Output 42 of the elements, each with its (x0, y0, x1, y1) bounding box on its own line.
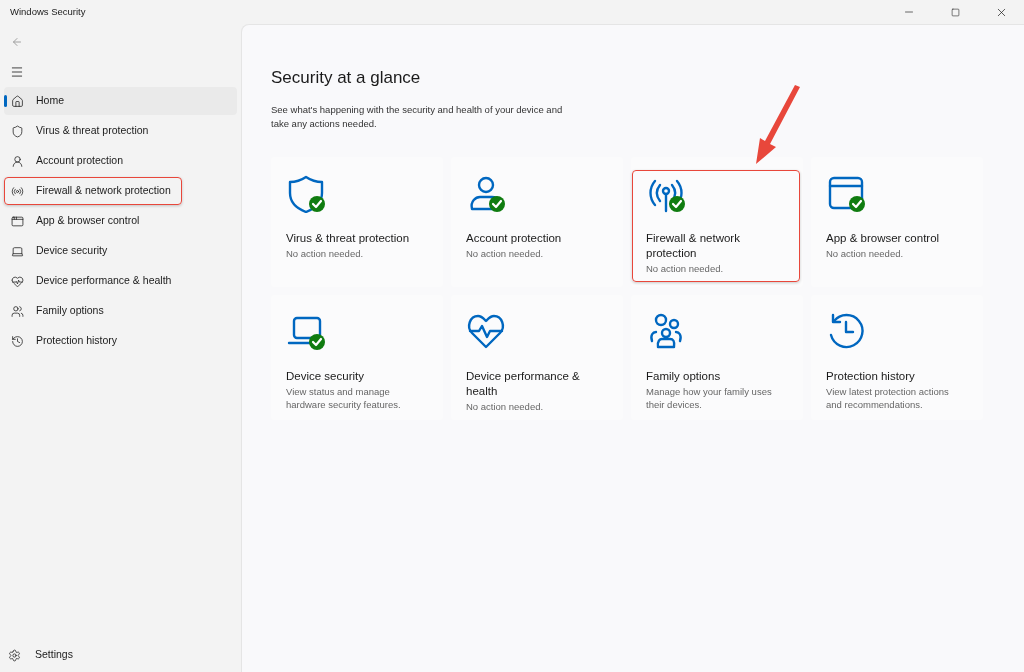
laptop-icon (11, 244, 24, 258)
page-title: Security at a glance (271, 67, 422, 89)
card-title: Firewall & network protection (646, 230, 741, 261)
maximize-icon (950, 7, 960, 17)
window-title: Windows Security (10, 4, 86, 19)
back-arrow-icon (11, 36, 23, 48)
card-title: Account protection (466, 230, 563, 246)
sidebar-item[interactable]: Home (4, 87, 237, 115)
sidebar-item[interactable]: Family options (4, 297, 237, 325)
people-icon (11, 304, 24, 318)
card-title: Device security (286, 368, 365, 384)
card-status: No action needed. (646, 261, 725, 275)
radio-waves-icon (11, 184, 24, 198)
shield-icon (11, 124, 24, 138)
history-icon (11, 334, 24, 348)
house-icon (11, 94, 24, 108)
sidebar-item[interactable]: Virus & threat protection (4, 117, 237, 145)
app-window-icon (11, 214, 24, 228)
selection-indicator (4, 95, 7, 107)
sidebar-item[interactable]: Device security (4, 237, 237, 265)
card-title: App & browser control (826, 230, 941, 246)
card-status: No action needed. (466, 246, 545, 260)
sidebar-item[interactable]: Protection history (4, 327, 237, 355)
heart-pulse-icon (11, 274, 24, 288)
page-description: See what's happening with the security and health of your device and take any actions needed. (271, 102, 564, 131)
card-status: View status and manage hardware security features. (286, 384, 402, 412)
person-icon (11, 154, 24, 168)
card-status: Manage how your family uses their devices. (646, 384, 773, 412)
card-title: Protection history (826, 368, 916, 384)
card-status: No action needed. (826, 246, 905, 260)
card-title: Family options (646, 368, 722, 384)
sidebar-item[interactable]: Account protection (4, 147, 237, 175)
card-status: No action needed. (286, 246, 365, 260)
settings-item[interactable]: Settings (8, 642, 241, 668)
card-status: No action needed. (466, 399, 545, 413)
card-title: Virus & threat protection (286, 230, 411, 246)
menu-icon (10, 65, 24, 79)
settings-icon (8, 648, 21, 662)
sidebar-item[interactable]: Device performance & health (4, 267, 237, 295)
sidebar-item[interactable]: App & browser control (4, 207, 237, 235)
card-title: Device performance & health (466, 368, 581, 399)
card-status: View latest protection actions and recommendations. (826, 384, 950, 412)
